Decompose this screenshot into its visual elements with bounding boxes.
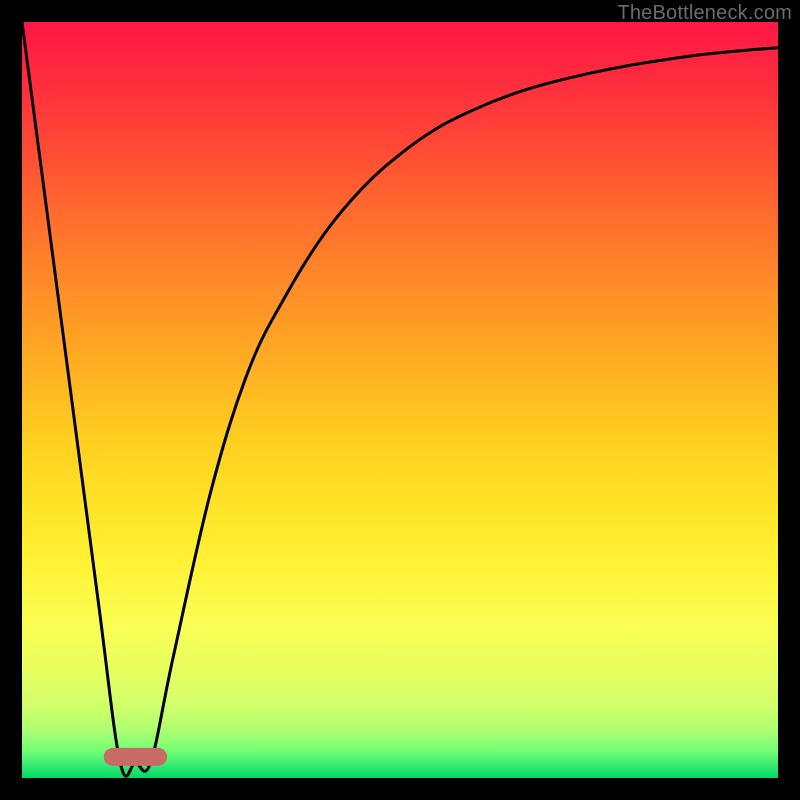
watermark-text: TheBottleneck.com <box>617 2 792 25</box>
chart-svg <box>22 22 778 778</box>
gradient-background <box>22 22 778 778</box>
chart-frame <box>22 22 778 778</box>
